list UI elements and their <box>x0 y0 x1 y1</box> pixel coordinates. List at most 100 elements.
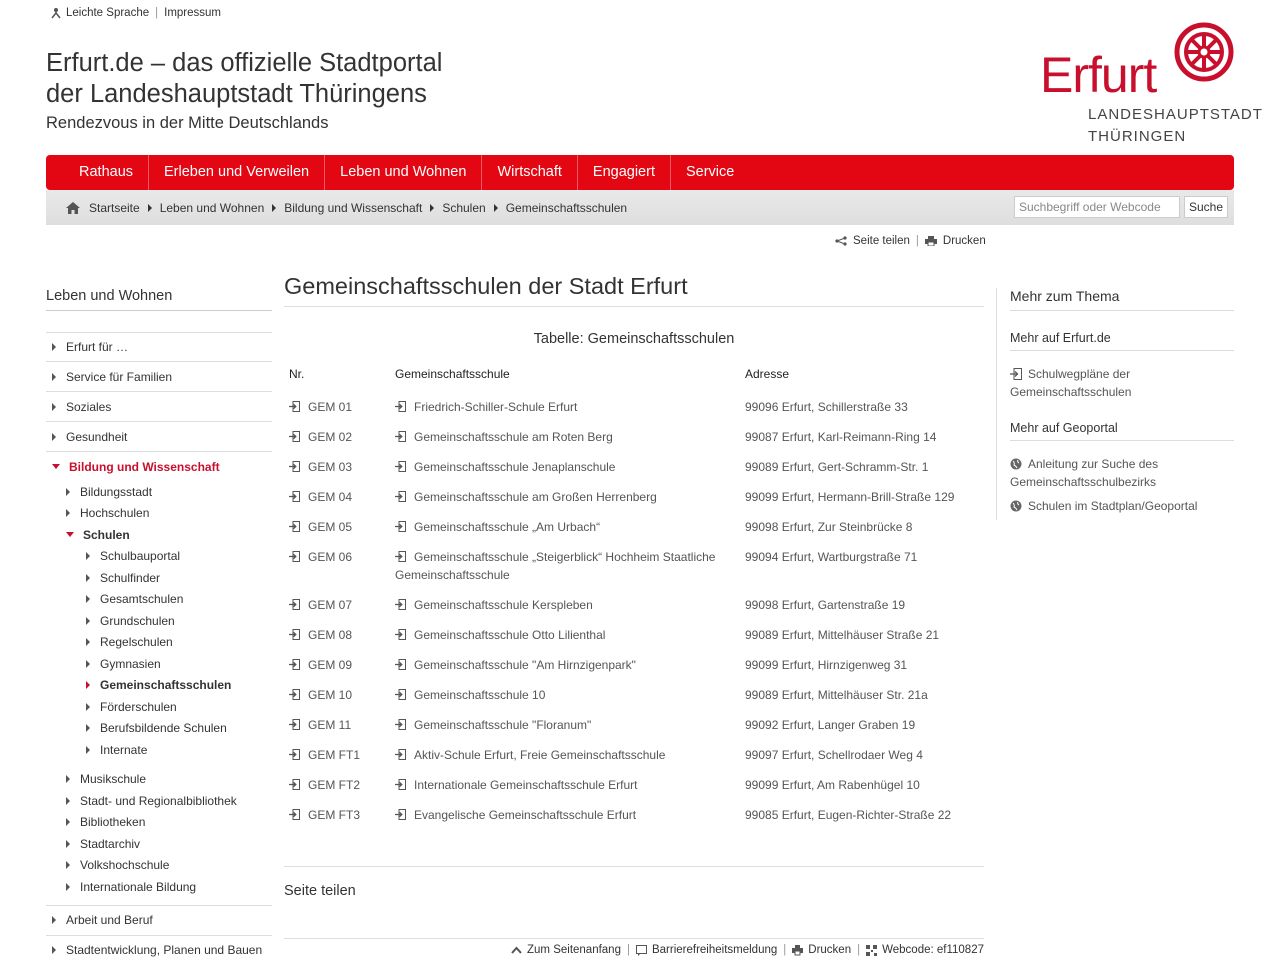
sidebar-item[interactable]: Service für Familien <box>46 362 272 392</box>
nav-item-service[interactable]: Service <box>669 155 749 190</box>
sidebar-item[interactable]: Arbeit und Beruf <box>46 906 272 936</box>
sidebar-subitem[interactable]: Gesamtschulen <box>86 589 272 611</box>
sidebar-subitem[interactable]: Bibliotheken <box>66 812 272 834</box>
school-number-link[interactable]: GEM FT2 <box>284 776 389 794</box>
related-link[interactable]: Schulen im Stadtplan/Geoportal <box>1010 497 1234 515</box>
school-number-link[interactable]: GEM 01 <box>284 398 389 416</box>
school-name-link[interactable]: Gemeinschaftsschule "Floranum" <box>389 716 739 734</box>
sidebar-subitem[interactable]: Förderschulen <box>86 696 272 718</box>
site-title[interactable]: Erfurt.de – das offizielle Stadtportal d… <box>46 48 442 110</box>
school-name-link[interactable]: Gemeinschaftsschule Jenaplanschule <box>389 458 739 476</box>
school-name-link[interactable]: Gemeinschaftsschule „Am Urbach“ <box>389 518 739 536</box>
share-link[interactable]: Seite teilen <box>853 235 910 247</box>
school-number-link[interactable]: GEM FT3 <box>284 806 389 824</box>
separator: | <box>626 944 630 956</box>
erfurt-logo[interactable]: Erfurt LANDESHAUPTSTADT THÜRINGEN <box>1038 20 1262 146</box>
internal-link-icon <box>289 550 308 564</box>
sidebar-subitem[interactable]: Internationale Bildung <box>66 876 272 898</box>
sidebar-subitem[interactable]: Volkshochschule <box>66 855 272 877</box>
sidebar-subitem[interactable]: Bildungsstadt <box>66 481 272 503</box>
separator: | <box>857 944 861 956</box>
school-address: 99094 Erfurt, Wartburgstraße 71 <box>739 548 984 584</box>
related-heading: Mehr zum Thema <box>1010 288 1234 311</box>
school-name-link[interactable]: Friedrich-Schiller-Schule Erfurt <box>389 398 739 416</box>
nav-item-rathaus[interactable]: Rathaus <box>64 155 148 190</box>
table-cell-text: GEM 01 <box>308 400 353 414</box>
sidebar-subitem[interactable]: Regelschulen <box>86 632 272 654</box>
school-number-link[interactable]: GEM 11 <box>284 716 389 734</box>
school-address: 99099 Erfurt, Am Rabenhügel 10 <box>739 776 984 794</box>
sidebar-subitem[interactable]: Stadt- und Regionalbibliothek <box>66 790 272 812</box>
nav-item-engagiert[interactable]: Engagiert <box>576 155 670 190</box>
sidebar-subitem-active[interactable]: Schulen <box>66 524 272 546</box>
school-name-link[interactable]: Gemeinschaftsschule 10 <box>389 686 739 704</box>
breadcrumb-item[interactable]: Startseite <box>89 201 140 215</box>
school-name-link[interactable]: Gemeinschaftsschule am Roten Berg <box>389 428 739 446</box>
school-number-link[interactable]: GEM FT1 <box>284 746 389 764</box>
school-address: 99099 Erfurt, Hermann-Brill-Straße 129 <box>739 488 984 506</box>
sidebar-subitem[interactable]: Internate <box>86 739 272 761</box>
search-button[interactable]: Suche <box>1183 196 1228 218</box>
school-number-link[interactable]: GEM 07 <box>284 596 389 614</box>
sidebar-item[interactable]: Erfurt für … <box>46 332 272 362</box>
school-name-link[interactable]: Gemeinschaftsschule „Steigerblick“ Hochh… <box>389 548 739 584</box>
school-address: 99089 Erfurt, Mittelhäuser Str. 21a <box>739 686 984 704</box>
school-name-link[interactable]: Aktiv-Schule Erfurt, Freie Gemeinschafts… <box>389 746 739 764</box>
sidebar-item-label: Stadtentwicklung, Planen und Bauen <box>66 943 263 957</box>
related-link[interactable]: Schulwegpläne der Gemeinschaftsschulen <box>1010 365 1234 401</box>
caret-right-icon <box>66 882 70 891</box>
sidebar-subitem[interactable]: Berufsbildende Schulen <box>86 718 272 740</box>
school-number-link[interactable]: GEM 08 <box>284 626 389 644</box>
sidebar-subitem[interactable]: Musikschule <box>66 769 272 791</box>
breadcrumb-item[interactable]: Bildung und Wissenschaft <box>284 201 422 215</box>
sidebar-subitem[interactable]: Schulfinder <box>86 567 272 589</box>
back-to-top-link[interactable]: Zum Seitenanfang <box>527 944 621 956</box>
imprint-link[interactable]: Impressum <box>164 7 221 19</box>
sidebar-item[interactable]: Soziales <box>46 392 272 422</box>
school-number-link[interactable]: GEM 03 <box>284 458 389 476</box>
school-number-link[interactable]: GEM 09 <box>284 656 389 674</box>
nav-item-erleben[interactable]: Erleben und Verweilen <box>148 155 324 190</box>
table-row: GEM 04 Gemeinschaftsschule am Großen Herr… <box>284 488 984 506</box>
breadcrumb-item[interactable]: Leben und Wohnen <box>160 201 265 215</box>
school-number-link[interactable]: GEM 05 <box>284 518 389 536</box>
school-number-link[interactable]: GEM 10 <box>284 686 389 704</box>
related-link[interactable]: Anleitung zur Suche des Gemeinschaftssch… <box>1010 455 1234 491</box>
table-cell-text: Evangelische Gemeinschaftsschule Erfurt <box>414 808 637 822</box>
sidebar-item-label: Bildung und Wissenschaft <box>69 459 220 474</box>
accessibility-report-link[interactable]: Barrierefreiheitsmeldung <box>652 944 777 956</box>
sidebar-subitem[interactable]: Grundschulen <box>86 610 272 632</box>
sidebar-item[interactable]: Gesundheit <box>46 422 272 452</box>
easy-language-link[interactable]: Leichte Sprache <box>66 7 149 19</box>
sidebar-item-active[interactable]: Bildung und Wissenschaft <box>46 452 272 481</box>
school-number-link[interactable]: GEM 04 <box>284 488 389 506</box>
school-name-link[interactable]: Gemeinschaftsschule am Großen Herrenberg <box>389 488 739 506</box>
school-name-link[interactable]: Gemeinschaftsschule Otto Lilienthal <box>389 626 739 644</box>
home-icon[interactable] <box>66 201 80 214</box>
search-input[interactable] <box>1013 196 1180 218</box>
print-link[interactable]: Drucken <box>943 235 986 247</box>
sidebar-subitem-current[interactable]: Gemeinschaftsschulen <box>86 675 272 697</box>
globe-icon <box>1010 500 1022 512</box>
nav-item-leben[interactable]: Leben und Wohnen <box>324 155 481 190</box>
sidebar-item[interactable]: Stadtentwicklung, Planen und Bauen <box>46 936 272 960</box>
sidebar-subitem[interactable]: Hochschulen <box>66 503 272 525</box>
table-cell-text: GEM 06 <box>308 550 353 564</box>
school-name-link[interactable]: Gemeinschaftsschule "Am Hirnzigenpark" <box>389 656 739 674</box>
school-number-link[interactable]: GEM 06 <box>284 548 389 584</box>
nav-item-wirtschaft[interactable]: Wirtschaft <box>481 155 576 190</box>
school-name-link[interactable]: Evangelische Gemeinschaftsschule Erfurt <box>389 806 739 824</box>
table-cell-text: Gemeinschaftsschule "Am Hirnzigenpark" <box>414 658 636 672</box>
separator: | <box>155 7 159 19</box>
footer-print-link[interactable]: Drucken <box>808 944 851 956</box>
sidebar-subitem[interactable]: Schulbauportal <box>86 546 272 568</box>
table-cell-text: 99096 Erfurt, Schillerstraße 33 <box>745 400 908 414</box>
sidebar-subitem[interactable]: Stadtarchiv <box>66 833 272 855</box>
internal-link-icon <box>395 628 414 642</box>
internal-link-icon <box>395 520 414 534</box>
sidebar-subitem[interactable]: Gymnasien <box>86 653 272 675</box>
school-name-link[interactable]: Internationale Gemeinschaftsschule Erfur… <box>389 776 739 794</box>
breadcrumb-item[interactable]: Schulen <box>442 201 485 215</box>
school-name-link[interactable]: Gemeinschaftsschule Kerspleben <box>389 596 739 614</box>
school-number-link[interactable]: GEM 02 <box>284 428 389 446</box>
